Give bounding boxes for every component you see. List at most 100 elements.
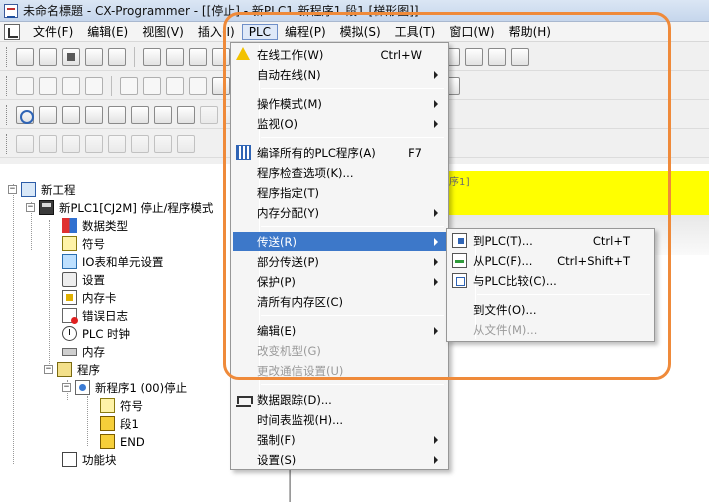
tree-project[interactable]: − 新工程 [8, 181, 76, 198]
zoom-out-icon[interactable] [62, 76, 80, 95]
tree-memory[interactable]: 内存 [62, 343, 105, 360]
print-preview-icon[interactable] [108, 47, 126, 66]
menu-item-to-file[interactable]: 到文件(O)... [449, 300, 652, 319]
tree-function-blocks[interactable]: 功能块 [62, 451, 117, 468]
address-icon[interactable] [85, 105, 103, 124]
tree-program-1[interactable]: − 新程序1 (00)停止 [62, 379, 187, 396]
tree-end[interactable]: END [100, 433, 145, 450]
compare-icon[interactable] [154, 134, 172, 153]
menu-item-change-comm-settings[interactable]: 更改通信设置(U) [233, 361, 446, 380]
menu-item-to-plc[interactable]: 到PLC(T)... Ctrl+T [449, 231, 652, 250]
symbols-icon[interactable] [154, 105, 172, 124]
menu-program[interactable]: 编程(P) [278, 22, 333, 41]
new-file-icon[interactable] [16, 47, 34, 66]
tree-io-table[interactable]: IO表和单元设置 [62, 253, 163, 270]
collapse-icon[interactable]: − [62, 383, 71, 392]
menu-plc[interactable]: PLC [241, 23, 279, 40]
grid-toggle-icon[interactable] [120, 76, 138, 95]
io-icon[interactable] [488, 47, 506, 66]
align-icon[interactable] [62, 134, 80, 153]
menu-simulation[interactable]: 模拟(S) [333, 22, 388, 41]
menu-item-change-model[interactable]: 改变机型(G) [233, 341, 446, 360]
tree-settings[interactable]: 设置 [62, 271, 105, 288]
menu-item-from-plc[interactable]: 从PLC(F)... Ctrl+Shift+T [449, 251, 652, 270]
submenu-arrow-icon [434, 119, 438, 128]
output-window-icon[interactable] [39, 105, 57, 124]
toolbar-grip[interactable] [6, 104, 9, 125]
menu-window[interactable]: 窗口(W) [442, 22, 501, 41]
menu-item-auto-online[interactable]: 自动在线(N) [233, 65, 446, 84]
list-icon[interactable] [166, 76, 184, 95]
ladder-icon[interactable] [212, 76, 230, 95]
menu-item-program-check-options[interactable]: 程序检查选项(K)... [233, 163, 446, 182]
tree-programs-label: 程序 [77, 362, 100, 377]
toolbar-grip[interactable] [6, 133, 9, 154]
mnemonic-icon[interactable] [189, 76, 207, 95]
online-icon[interactable] [108, 134, 126, 153]
save-icon[interactable] [62, 47, 80, 66]
zoom-in-icon[interactable] [39, 76, 57, 95]
zoom-fit-icon[interactable] [85, 76, 103, 95]
tree-plc-clock[interactable]: PLC 时钟 [62, 325, 130, 342]
menu-item-from-file[interactable]: 从文件(M)... [449, 320, 652, 339]
collapse-icon[interactable]: − [44, 365, 53, 374]
select-icon[interactable] [16, 76, 34, 95]
document-icon[interactable] [4, 23, 20, 40]
watch-window-icon[interactable] [62, 105, 80, 124]
paste-icon[interactable] [189, 47, 207, 66]
tree-plc[interactable]: − 新PLC1[CJ2M] 停止/程序模式 [26, 199, 213, 216]
menu-item-compare-with-plc[interactable]: 与PLC比较(C)... [449, 271, 652, 290]
menu-item-edit[interactable]: 编辑(E) [233, 321, 446, 340]
tree-data-type[interactable]: 数据类型 [62, 217, 128, 234]
menu-item-set[interactable]: 设置(S) [233, 450, 446, 469]
collapse-icon[interactable]: − [26, 203, 35, 212]
menu-file[interactable]: 文件(F) [26, 22, 80, 41]
print-icon[interactable] [85, 47, 103, 66]
tree-section-1[interactable]: 段1 [100, 415, 139, 432]
menu-item-work-online[interactable]: 在线工作(W) Ctrl+W [233, 45, 446, 64]
properties-icon[interactable] [108, 105, 126, 124]
grid-icon[interactable] [511, 47, 529, 66]
cross-ref-icon[interactable] [131, 105, 149, 124]
menu-item-time-chart-monitor[interactable]: 时间表监视(H)... [233, 410, 446, 429]
menu-item-monitor[interactable]: 监视(O) [233, 114, 446, 133]
online-edit-icon[interactable] [177, 105, 195, 124]
copy-icon[interactable] [166, 47, 184, 66]
transfer-icon[interactable] [131, 134, 149, 153]
tree-program-symbols[interactable]: 符号 [100, 397, 143, 414]
menu-item-clear-all-memory[interactable]: 清所有内存区(C) [233, 292, 446, 311]
menu-item-operating-mode[interactable]: 操作模式(M) [233, 94, 446, 113]
open-folder-icon[interactable] [39, 47, 57, 66]
menu-item-protection[interactable]: 保护(P) [233, 272, 446, 291]
menu-item-program-assignment[interactable]: 程序指定(T) [233, 183, 446, 202]
menu-item-force[interactable]: 强制(F) [233, 430, 446, 449]
indent-icon[interactable] [16, 134, 34, 153]
undo-icon[interactable] [212, 47, 230, 66]
outdent-icon[interactable] [39, 134, 57, 153]
menu-view[interactable]: 视图(V) [135, 22, 191, 41]
cut-icon[interactable] [143, 47, 161, 66]
memory-card-icon [62, 290, 77, 305]
menu-item-compile-all[interactable]: 编译所有的PLC程序(A) F7 [233, 143, 446, 162]
menu-item-memory-allocation[interactable]: 内存分配(Y) [233, 203, 446, 222]
menu-item-transfer[interactable]: 传送(R) [233, 232, 446, 251]
tree-symbols[interactable]: 符号 [62, 235, 105, 252]
menu-item-partial-transfer[interactable]: 部分传送(P) [233, 252, 446, 271]
tree-programs[interactable]: − 程序 [44, 361, 100, 378]
menu-tools[interactable]: 工具(T) [388, 22, 443, 41]
network-icon[interactable] [465, 47, 483, 66]
menu-help[interactable]: 帮助(H) [502, 22, 558, 41]
menu-edit[interactable]: 编辑(E) [80, 22, 135, 41]
collapse-icon[interactable]: − [8, 185, 17, 194]
step-icon[interactable] [200, 105, 218, 124]
menu-item-data-trace[interactable]: 数据跟踪(D)... [233, 390, 446, 409]
toolbar-grip[interactable] [6, 75, 9, 96]
toolbar-grip[interactable] [6, 46, 9, 67]
tree-memory-card[interactable]: 内存卡 [62, 289, 117, 306]
menu-insert[interactable]: 插入(I) [191, 22, 242, 41]
format-icon[interactable] [85, 134, 103, 153]
comment-icon[interactable] [143, 76, 161, 95]
project-window-icon[interactable] [16, 105, 34, 124]
tree-error-log[interactable]: 错误日志 [62, 307, 128, 324]
disconnect-icon[interactable] [177, 134, 195, 153]
